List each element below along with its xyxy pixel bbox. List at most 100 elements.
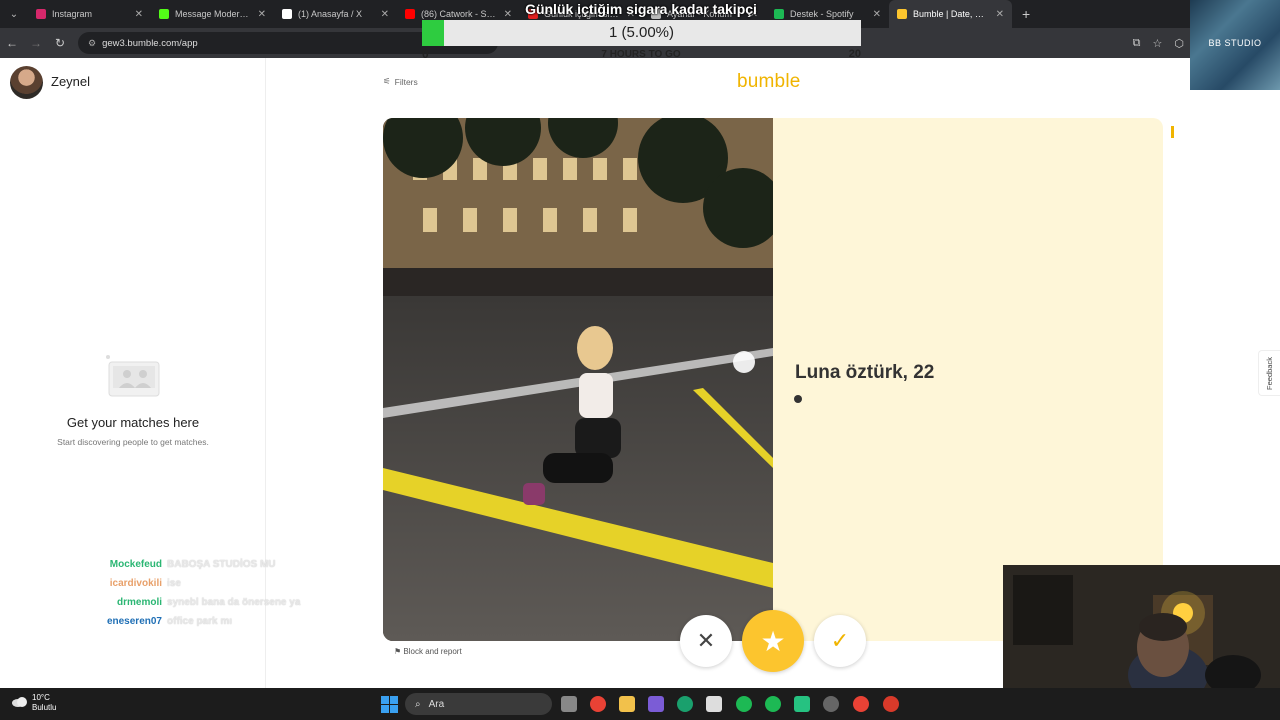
filters-label: Filters: [394, 76, 418, 87]
tab-x[interactable]: (1) Anasayfa / X ✕: [274, 0, 397, 28]
chat-message: eneseren07 office park mı: [90, 616, 350, 635]
reload-icon[interactable]: ↻: [48, 36, 72, 50]
discord-icon[interactable]: [794, 696, 810, 712]
profile-edge-indicator: [1171, 126, 1174, 138]
chat-message: drmemoli synebl bana da önersene ya: [90, 597, 350, 616]
site-info-icon[interactable]: ⚙: [88, 38, 96, 49]
webcam-overlay: [1003, 565, 1280, 688]
goal-percent: 1 (5.00%): [608, 24, 675, 41]
feedback-tab[interactable]: Feedback: [1258, 350, 1280, 396]
goal-title: Günlük içtiğim sigara kadar takipçi: [525, 1, 757, 17]
stream-logo-text: BB STUDIO: [1208, 38, 1262, 48]
chat-username: icardivokili: [109, 578, 162, 589]
weather-widget[interactable]: 10°C Bulutlu: [12, 693, 56, 713]
close-icon[interactable]: ✕: [381, 9, 389, 20]
chat-username: Mockefeud: [109, 559, 162, 570]
bookmark-star-icon[interactable]: ☆: [1153, 37, 1163, 50]
kick-icon: [159, 9, 169, 19]
empty-matches-title: Get your matches here: [66, 415, 200, 430]
spotify-icon[interactable]: [736, 696, 752, 712]
pass-button[interactable]: ✕: [680, 615, 732, 667]
new-tab-button[interactable]: +: [1012, 6, 1040, 22]
weather-condition: Bulutlu: [32, 703, 57, 712]
copilot-icon[interactable]: [648, 696, 664, 712]
close-icon[interactable]: ✕: [873, 9, 881, 20]
notification-app-icon[interactable]: [883, 696, 899, 712]
chat-text: synebl bana da önersene ya: [167, 597, 301, 608]
instagram-icon: [36, 9, 46, 19]
bumble-icon: [897, 9, 907, 19]
spotify-alt-icon[interactable]: [765, 696, 781, 712]
tab-label: Bumble | Date, Chat,: [913, 9, 990, 19]
sliders-icon: ⚟: [383, 76, 391, 86]
stream-logo-overlay: BB STUDIO: [1190, 0, 1280, 90]
toolbar-icons: ⧉ ☆ ⬡: [1133, 28, 1184, 58]
tab-label: Instagram: [52, 9, 93, 19]
close-icon[interactable]: ✕: [258, 9, 266, 20]
goal-progress-bar: 1 (5.00%): [422, 20, 861, 46]
profile-photo[interactable]: [383, 118, 773, 641]
profile-name-age: Luna öztürk, 22: [795, 362, 935, 383]
task-view-icon[interactable]: [561, 696, 577, 712]
filters-button[interactable]: ⚟ Filters: [383, 76, 418, 87]
close-icon: ✕: [696, 628, 716, 653]
search-icon: ⌕: [415, 698, 421, 710]
chat-text: ise: [167, 578, 181, 589]
chat-message: icardivokili ise: [90, 578, 350, 597]
bumble-logo: bumble: [737, 71, 801, 92]
cloud-icon: [12, 697, 27, 707]
close-icon[interactable]: ✕: [996, 9, 1004, 20]
avatar[interactable]: [10, 66, 43, 99]
translate-icon[interactable]: ⧉: [1133, 37, 1141, 50]
tab-label: (1) Anasayfa / X: [298, 9, 363, 19]
empty-matches-subtitle: Start discovering people to get matches.: [57, 437, 209, 447]
street-photo: [383, 118, 773, 641]
search-placeholder: Ara: [428, 698, 445, 710]
chat-message: Mockefeud BABOŞA STUDİOS MU: [90, 559, 350, 578]
chat-username: drmemoli: [116, 597, 162, 608]
windows-start-icon[interactable]: [381, 696, 398, 713]
tab-bumble[interactable]: Bumble | Date, Chat, ✕: [889, 0, 1012, 28]
tab-instagram[interactable]: Instagram ✕: [28, 0, 151, 28]
close-icon[interactable]: ✕: [135, 9, 143, 20]
store-icon[interactable]: [706, 696, 722, 712]
block-report-link[interactable]: ⚑ Block and report: [394, 647, 462, 656]
flag-icon: ⚑: [394, 647, 402, 656]
chat-text: BABOŞA STUDİOS MU: [167, 559, 276, 570]
chrome-active-icon[interactable]: [853, 696, 869, 712]
check-icon: ✓: [830, 628, 850, 653]
youtube-icon: [405, 9, 415, 19]
scroll-indicator[interactable]: [733, 351, 755, 373]
chrome-icon[interactable]: [590, 696, 606, 712]
goal-max: 20: [848, 48, 861, 60]
weather-temperature: 10°C: [32, 693, 50, 702]
tab-label: Message Moderation: [175, 9, 252, 19]
feedback-label: Feedback: [1265, 356, 1274, 390]
superswipe-button[interactable]: ★: [742, 610, 804, 672]
windows-taskbar: 10°C Bulutlu ⌕ Ara: [0, 688, 1280, 720]
taskbar-search[interactable]: ⌕ Ara: [405, 693, 552, 715]
url-text: gew3.bumble.com/app: [102, 37, 198, 49]
forward-icon[interactable]: →: [24, 36, 48, 50]
obs-icon[interactable]: [823, 696, 839, 712]
like-button[interactable]: ✓: [814, 615, 866, 667]
profile-info-panel: Luna öztürk, 22: [773, 118, 1163, 641]
verified-badge-icon: [794, 395, 802, 403]
chat-username: eneseren07: [106, 616, 162, 627]
stream-chat-overlay: Mockefeud BABOŞA STUDİOS MU icardivokili…: [90, 559, 350, 635]
back-icon[interactable]: ←: [0, 36, 24, 50]
star-icon: ★: [760, 625, 786, 657]
webcam-feed: [1003, 565, 1280, 688]
tab-search-icon[interactable]: ⌄: [0, 0, 28, 28]
user-name[interactable]: Zeynel: [51, 74, 90, 89]
file-explorer-icon[interactable]: [619, 696, 635, 712]
chat-text: office park mı: [167, 616, 233, 627]
goal-time-left: 7 HOURS TO GO: [601, 49, 681, 60]
edge-icon[interactable]: [677, 696, 693, 712]
matches-illustration-icon: [106, 355, 160, 397]
block-report-label: Block and report: [403, 647, 462, 656]
tab-message-moderation[interactable]: Message Moderation ✕: [151, 0, 274, 28]
x-icon: [282, 9, 292, 19]
stream-goal-overlay: Günlük içtiğim sigara kadar takipçi 1 (5…: [421, 0, 861, 61]
extensions-icon[interactable]: ⬡: [1174, 37, 1184, 50]
